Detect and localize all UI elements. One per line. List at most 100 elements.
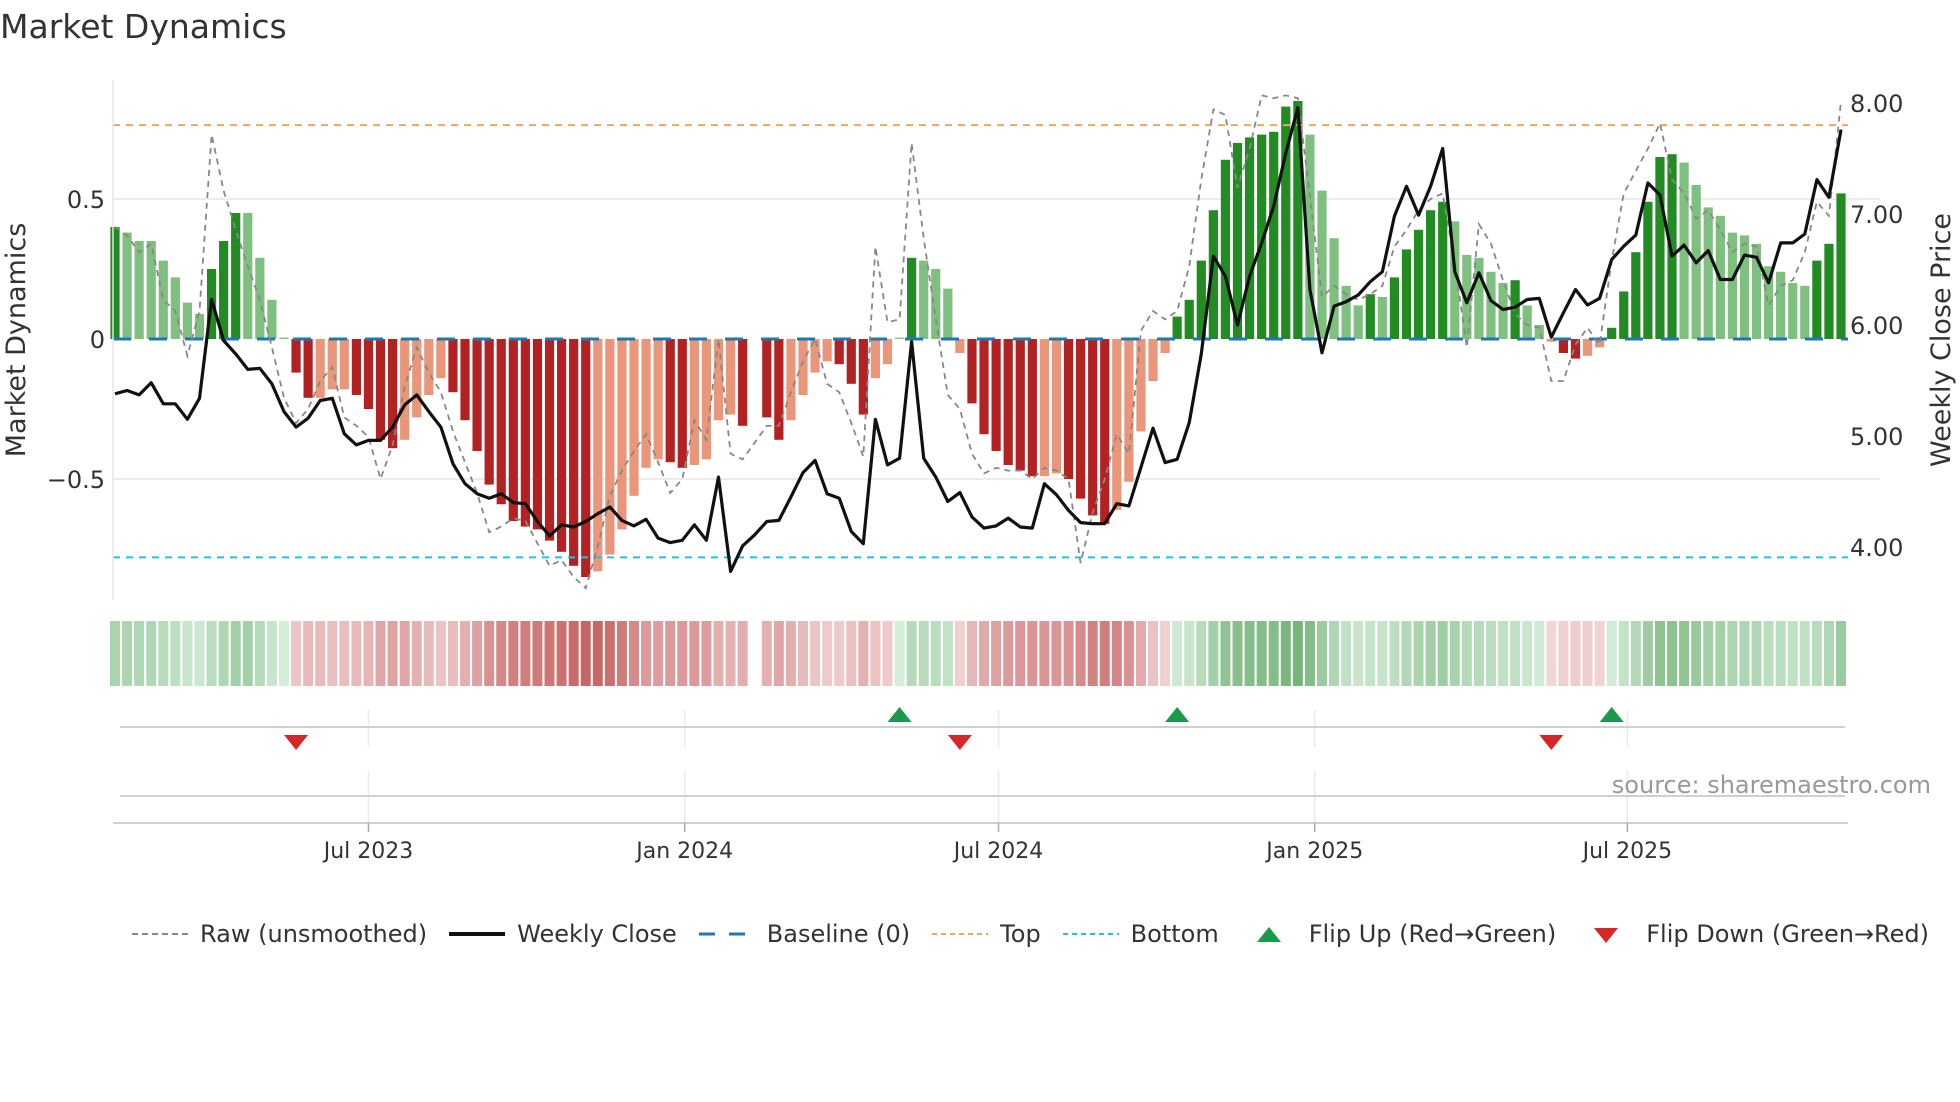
flip-down-marker: [1539, 735, 1564, 750]
heatmap-cell: [954, 621, 965, 686]
heatmap-cell: [1075, 621, 1086, 686]
bar: [363, 339, 374, 409]
heatmap-cell: [339, 621, 350, 686]
bar: [1112, 339, 1122, 510]
bar: [1570, 339, 1581, 359]
heatmap-cell: [1051, 621, 1062, 686]
heatmap-cell: [1498, 621, 1509, 686]
heatmap-cell: [1232, 621, 1243, 686]
bar: [158, 260, 168, 339]
bar: [315, 339, 325, 398]
heatmap-cell: [689, 621, 700, 686]
bar: [1269, 131, 1279, 339]
bar: [146, 241, 156, 339]
bar: [1582, 339, 1593, 356]
heatmap-cell: [1341, 621, 1352, 686]
bar: [134, 241, 144, 339]
heatmap-cell: [1763, 621, 1774, 686]
flip-up-marker: [887, 707, 912, 722]
heatmap-cell: [508, 621, 519, 686]
heatmap-cell: [1594, 621, 1605, 686]
bar: [1558, 339, 1568, 353]
heatmap-cell: [942, 621, 953, 686]
bar: [1184, 299, 1194, 339]
bar: [508, 339, 518, 521]
axes: 0.5 0 −0.5 8.00 7.00 6.00 5.00 4.00 Jul 2023 Jan …: [47, 80, 1903, 864]
heatmap-cell: [110, 621, 120, 686]
heatmap-cell: [1703, 621, 1714, 686]
bar: [979, 339, 989, 435]
bar: [762, 339, 772, 418]
legend-label: Flip Up (Red→Green): [1308, 920, 1557, 948]
heatmap-cell: [592, 621, 603, 686]
bar: [1474, 257, 1484, 339]
heatmap-cell: [1570, 621, 1581, 686]
heatmap-cell: [1485, 621, 1496, 686]
bar: [1365, 294, 1375, 339]
bar: [1655, 157, 1665, 339]
heatmap-cell: [1329, 621, 1340, 686]
heatmap-cell: [1715, 621, 1726, 686]
heatmap-cell: [194, 621, 205, 686]
heatmap-cell: [291, 621, 302, 686]
heatmap-cell: [1111, 621, 1122, 686]
bar: [1522, 305, 1532, 339]
heatmap-cell: [134, 621, 145, 686]
heatmap-cell: [363, 621, 374, 686]
heatmap-cell: [1160, 621, 1171, 686]
heatmap-cell: [1220, 621, 1231, 686]
bar: [1619, 291, 1629, 339]
bar: [1088, 339, 1098, 516]
gridlines: [113, 198, 1880, 823]
heatmap-cell: [1135, 621, 1146, 686]
heatmap-cell: [918, 621, 929, 686]
heatmap-cell: [725, 621, 736, 686]
bar: [1703, 207, 1713, 339]
bar: [1244, 137, 1255, 339]
heatmap-cell: [1377, 621, 1388, 686]
heatmap-cell: [1449, 621, 1460, 686]
heatmap-cell: [1618, 621, 1629, 686]
heatmap-cell: [882, 621, 893, 686]
bar: [110, 227, 120, 339]
heatmap-cell: [122, 621, 133, 686]
heatmap-cell: [1365, 621, 1376, 686]
y-tick-label: 0.5: [67, 186, 105, 214]
bar: [665, 339, 675, 463]
bar: [460, 339, 470, 421]
heatmap-cell: [1353, 621, 1364, 686]
bar: [991, 339, 1001, 451]
bar: [641, 339, 651, 468]
series-lines: [114, 94, 1843, 590]
y2-tick-label: 4.00: [1850, 534, 1903, 562]
heatmap-cell: [1667, 621, 1678, 686]
heatmap-cell: [230, 621, 241, 686]
heatmap-cell: [447, 621, 458, 686]
heatmap-strip: [110, 621, 1847, 686]
bar: [713, 339, 724, 421]
heatmap-cell: [1510, 621, 1521, 686]
bar: [617, 339, 627, 530]
bar: [605, 339, 615, 555]
top-swatch-icon: [932, 933, 989, 935]
heatmap-cell: [1751, 621, 1762, 686]
bar: [882, 339, 893, 365]
bar: [351, 339, 361, 395]
bar: [629, 339, 639, 496]
x-tick-label: Jul 2025: [1581, 839, 1673, 864]
bar: [955, 339, 965, 353]
bar: [1377, 297, 1387, 339]
heatmap-cell: [713, 621, 724, 686]
bar: [339, 339, 349, 390]
legend-label: Top: [1000, 920, 1041, 948]
heatmap-cell: [822, 621, 833, 686]
heatmap-cell: [1606, 621, 1617, 686]
bar: [375, 339, 386, 440]
heatmap-cell: [1172, 621, 1183, 686]
heatmap-cell: [870, 621, 881, 686]
heatmap-cell: [1775, 621, 1786, 686]
bar: [1776, 271, 1786, 339]
legend-item-bottom: Bottom: [1061, 920, 1219, 948]
bar: [412, 339, 422, 418]
x-tick-label: Jul 2023: [322, 839, 414, 864]
